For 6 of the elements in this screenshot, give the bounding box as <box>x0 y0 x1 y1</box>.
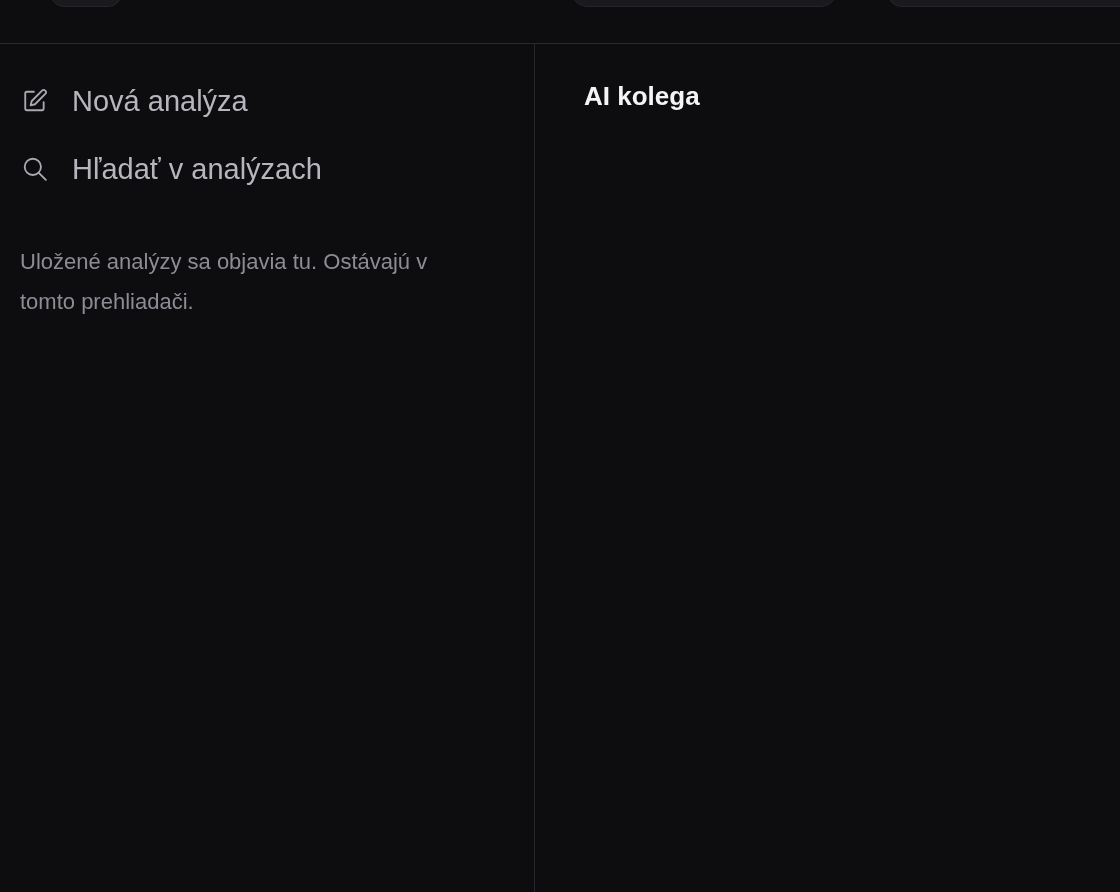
panel-title: AI kolega <box>584 80 700 113</box>
search-icon <box>22 156 48 182</box>
sidebar-item[interactable]: Hľadať v analýzach <box>20 147 326 191</box>
empty-state-text: Uložené analýzy sa objavia tu. Ostávajú v tomto prehliadači. <box>20 248 429 316</box>
edit-icon <box>22 88 48 114</box>
sidebar-item[interactable]: Nová analýza <box>20 79 252 123</box>
